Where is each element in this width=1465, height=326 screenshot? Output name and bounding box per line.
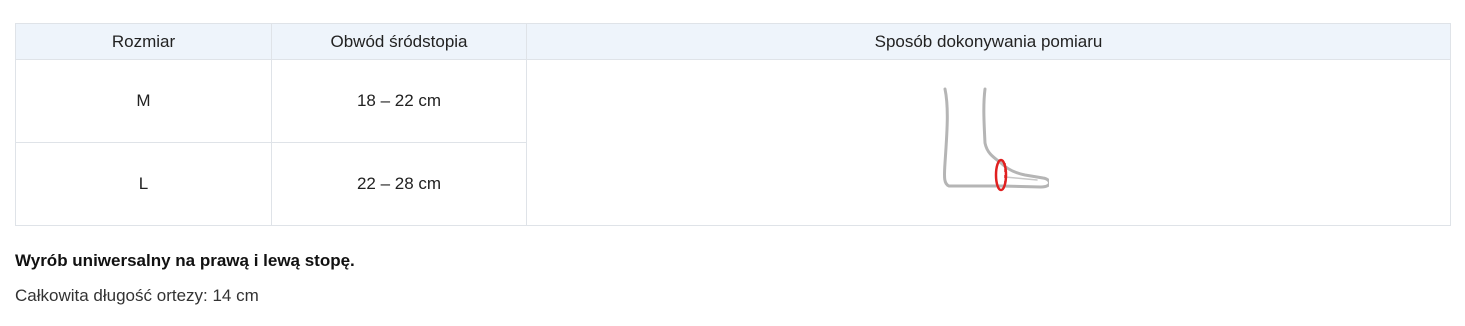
foot-measurement-icon	[942, 87, 1049, 191]
size-cell: M	[15, 59, 272, 143]
column-header-circumference: Obwód śródstopia	[271, 23, 527, 60]
size-cell: L	[15, 142, 272, 226]
total-length-note: Całkowita długość ortezy: 14 cm	[15, 286, 259, 305]
measurement-method-cell	[526, 59, 1451, 226]
column-header-measurement-method: Sposób dokonywania pomiaru	[526, 23, 1451, 60]
size-chart: Rozmiar Obwód śródstopia Sposób dokonywa…	[15, 23, 1451, 226]
table-header-row: Rozmiar Obwód śródstopia Sposób dokonywa…	[15, 23, 1451, 60]
table-row: M 18 – 22 cm	[15, 59, 1451, 226]
column-header-size: Rozmiar	[15, 23, 272, 60]
circumference-cell: 22 – 28 cm	[271, 142, 527, 226]
universal-product-note: Wyrób uniwersalny na prawą i lewą stopę.	[15, 251, 355, 270]
circumference-cell: 18 – 22 cm	[271, 59, 527, 143]
size-table: Rozmiar Obwód śródstopia Sposób dokonywa…	[15, 23, 1451, 226]
